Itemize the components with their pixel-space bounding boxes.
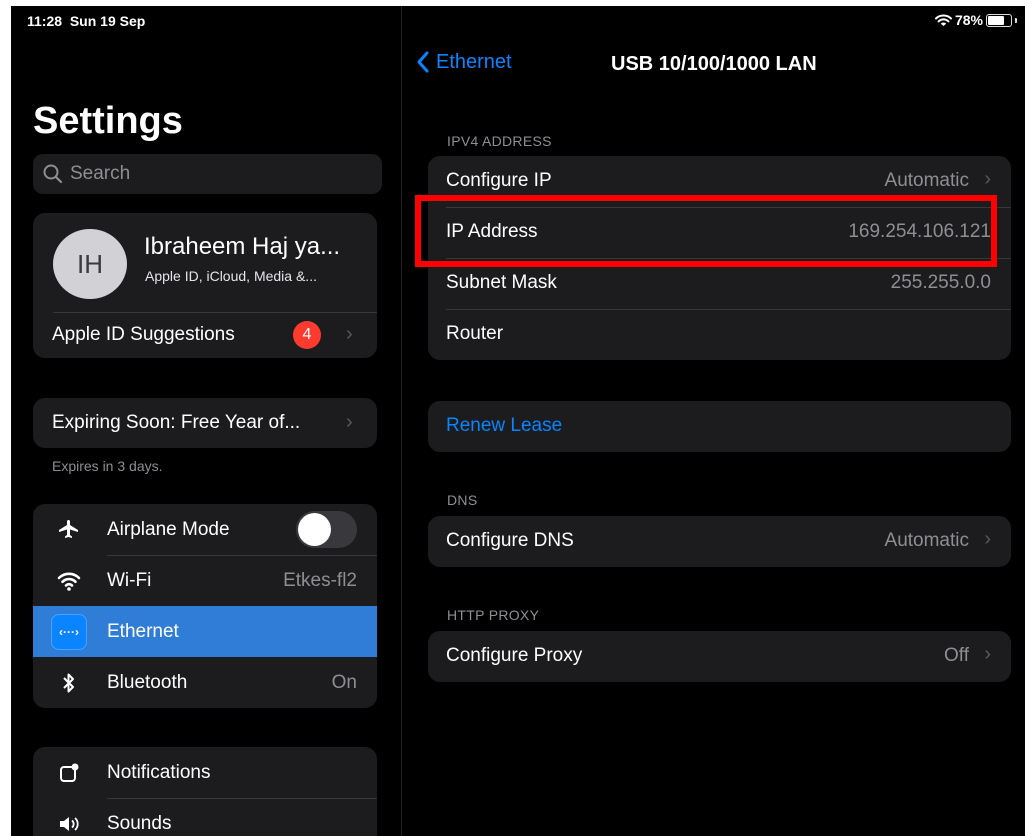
subnet-mask-label: Subnet Mask (446, 272, 557, 293)
section-header-dns: DNS (447, 492, 478, 508)
battery-icon (986, 13, 1012, 27)
sidebar-item-label: Airplane Mode (107, 519, 230, 540)
back-label: Ethernet (436, 50, 512, 73)
account-subtitle: Apple ID, iCloud, Media &... (145, 268, 317, 284)
chevron-right-icon: › (346, 323, 353, 345)
expiring-offer-label: Expiring Soon: Free Year of... (52, 412, 301, 433)
airplane-icon (51, 512, 87, 548)
sidebar-item-label: Ethernet (107, 621, 179, 642)
section-header-ipv4: IPV4 ADDRESS (447, 133, 552, 149)
expiry-note: Expires in 3 days. (52, 458, 163, 474)
battery-percent: 78% (954, 12, 983, 28)
battery-fill (988, 15, 1004, 25)
sidebar-item-bluetooth[interactable]: Bluetooth On (33, 657, 377, 708)
sidebar-item-wifi[interactable]: Wi-Fi Etkes-fl2 (33, 555, 377, 606)
apple-id-suggestions-label: Apple ID Suggestions (52, 324, 235, 345)
wifi-status-icon (934, 14, 952, 26)
chevron-right-icon: › (346, 411, 353, 433)
sidebar-item-label: Wi-Fi (107, 570, 152, 591)
router-label: Router (446, 323, 504, 344)
toggle-knob (298, 513, 331, 546)
nav-title: USB 10/100/1000 LAN (611, 53, 817, 75)
sidebar-item-airplane-mode[interactable]: Airplane Mode (33, 504, 377, 555)
status-time: 11:28 Sun 19 Sep (27, 13, 146, 29)
chevron-right-icon: › (984, 643, 991, 665)
search-input[interactable]: Search (70, 163, 130, 185)
configure-proxy-value: Off (944, 645, 969, 666)
configure-ip-label: Configure IP (446, 170, 552, 191)
ethernet-detail-pane: 78% Ethernet USB 10/100/1000 LAN IPV4 AD… (402, 6, 1025, 836)
subnet-mask-value: 255.255.0.0 (890, 272, 991, 293)
search-icon (43, 164, 63, 184)
renew-lease-button[interactable]: Renew Lease (428, 401, 1011, 452)
ethernet-icon: ‹···› (51, 614, 87, 650)
sidebar-item-label: Notifications (107, 762, 211, 783)
page-title: Settings (33, 100, 183, 142)
apple-id-suggestions-row[interactable]: Apple ID Suggestions 4 › (33, 313, 377, 358)
alerts-group: Notifications Sounds (33, 747, 377, 836)
chevron-right-icon: › (984, 528, 991, 550)
configure-proxy-row[interactable]: Configure Proxy Off › (428, 631, 1011, 682)
sidebar-item-label: Bluetooth (107, 672, 188, 693)
configure-ip-value: Automatic (884, 170, 969, 191)
chevron-right-icon: › (984, 168, 991, 190)
sidebar-item-ethernet[interactable]: ‹···› Ethernet (33, 606, 377, 657)
ip-address-highlight-box (415, 195, 997, 267)
battery-cap (1015, 17, 1017, 23)
account-card: IH Ibraheem Haj ya... Apple ID, iCloud, … (33, 213, 377, 358)
sounds-icon (51, 806, 87, 836)
notification-badge: 4 (293, 321, 321, 349)
status-indicators: 78% (934, 12, 1017, 28)
configure-dns-label: Configure DNS (446, 530, 574, 551)
sidebar-item-label: Sounds (107, 813, 172, 834)
settings-sidebar: 11:28 Sun 19 Sep Settings Search IH Ibra… (11, 6, 401, 836)
router-row: Router (428, 309, 1011, 360)
chevron-left-icon (417, 51, 429, 73)
wifi-network-value: Etkes-fl2 (283, 570, 357, 591)
configure-dns-row[interactable]: Configure DNS Automatic › (428, 516, 1011, 567)
bluetooth-value: On (331, 672, 357, 693)
sidebar-item-sounds[interactable]: Sounds (33, 798, 377, 836)
notifications-icon (51, 755, 87, 791)
ipad-screen: 11:28 Sun 19 Sep Settings Search IH Ibra… (11, 6, 1025, 836)
expiring-offer-row[interactable]: Expiring Soon: Free Year of... › (33, 398, 377, 448)
back-button[interactable]: Ethernet (416, 50, 512, 74)
connectivity-group: Airplane Mode Wi-Fi Etkes-fl2 ‹···› Ethe… (33, 504, 377, 708)
wifi-icon (51, 563, 87, 599)
account-name[interactable]: Ibraheem Haj ya... (144, 233, 340, 261)
avatar[interactable]: IH (53, 229, 127, 299)
configure-dns-value: Automatic (884, 530, 969, 551)
sidebar-item-notifications[interactable]: Notifications (33, 747, 377, 798)
bluetooth-icon (51, 665, 87, 701)
search-bar[interactable]: Search (33, 154, 382, 194)
section-header-http-proxy: HTTP PROXY (447, 607, 540, 623)
airplane-mode-toggle[interactable] (296, 511, 357, 548)
configure-proxy-label: Configure Proxy (446, 645, 583, 666)
renew-lease-label: Renew Lease (446, 415, 563, 436)
